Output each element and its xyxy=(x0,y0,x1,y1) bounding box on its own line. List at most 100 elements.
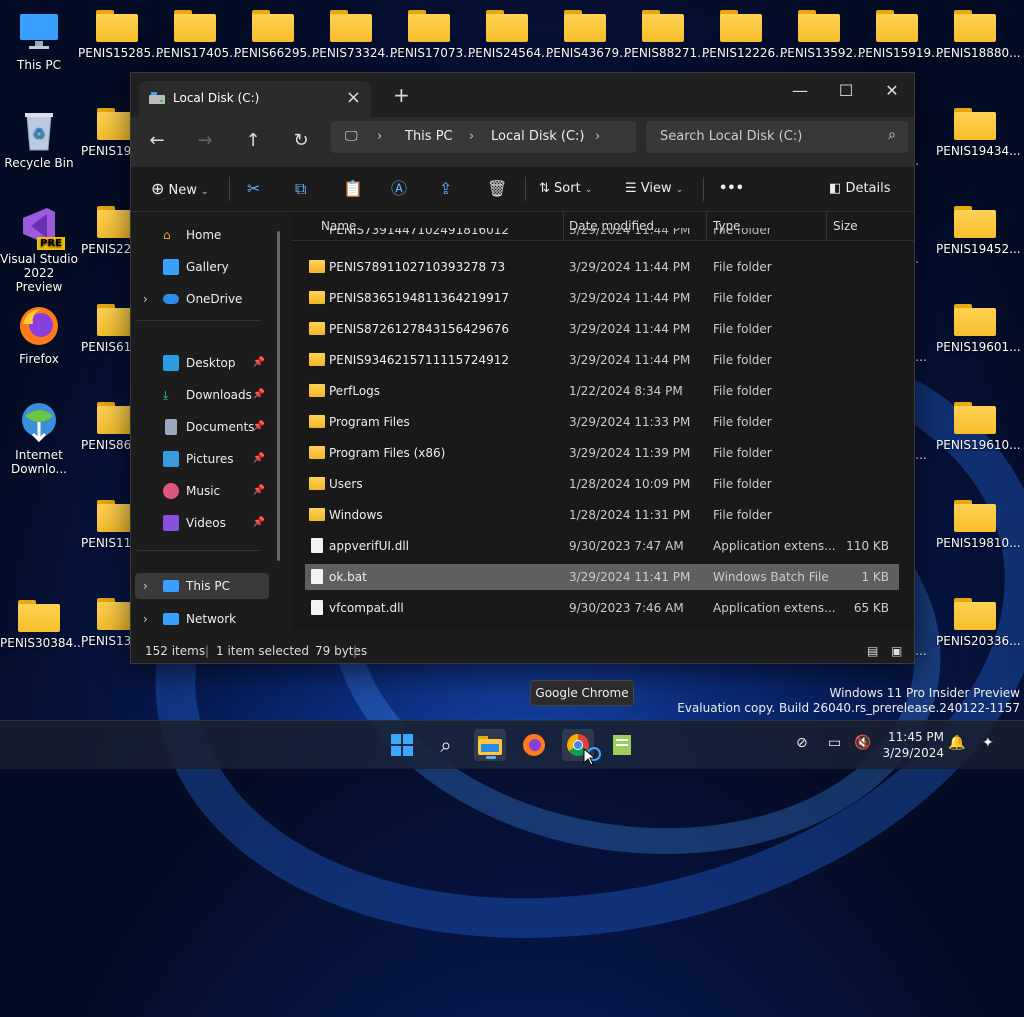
folder-icon xyxy=(252,10,294,42)
desktop-icon-recycle-bin[interactable]: ♻ Recycle Bin xyxy=(0,108,78,170)
details-view-icon[interactable]: ▤ xyxy=(867,639,878,663)
search-input[interactable]: Search Local Disk (C:) ⌕ xyxy=(646,121,908,153)
wifi-off-icon[interactable]: ⊘ xyxy=(796,735,808,751)
refresh-icon[interactable]: ↻ xyxy=(287,127,315,155)
table-row[interactable]: PerfLogs 1/22/2024 8:34 PM File folder xyxy=(305,378,899,404)
view-button[interactable]: ☰ View ⌄ xyxy=(625,177,683,201)
details-button[interactable]: ◧ Details xyxy=(829,177,891,201)
display-icon[interactable]: ▭ xyxy=(828,735,841,751)
rename-icon[interactable]: Ⓐ xyxy=(391,177,407,201)
sidebar-item-music[interactable]: Music 📌 xyxy=(131,478,271,504)
table-row[interactable]: Program Files (x86) 3/29/2024 11:39 PM Fil… xyxy=(305,440,899,466)
delete-icon[interactable]: 🗑 xyxy=(487,177,507,201)
desktop-icon-label: Recycle Bin xyxy=(4,156,74,170)
table-row[interactable]: PENIS8365194811364219917 3/29/2024 11:44 … xyxy=(305,285,899,311)
desktop-folder[interactable]: PENIS30384... xyxy=(0,600,85,650)
desktop-folder[interactable]: PENIS15285... xyxy=(78,10,163,60)
desktop-folder[interactable]: PENIS20336... xyxy=(936,598,1021,648)
desktop-folder[interactable]: PENIS19452... xyxy=(936,206,1021,256)
clock[interactable]: 11:45 PM 3/29/2024 xyxy=(880,729,944,761)
chevron-right-icon[interactable]: › xyxy=(143,286,148,312)
desktop-folder[interactable]: PENIS19610... xyxy=(936,402,1021,452)
desktop-folder[interactable]: PENIS13592... xyxy=(780,10,865,60)
start-button[interactable] xyxy=(386,729,418,761)
table-row[interactable]: PENIS9346215711115724912 3/29/2024 11:44 … xyxy=(305,347,899,373)
chevron-right-icon[interactable]: › xyxy=(143,573,148,599)
sidebar-item-gallery[interactable]: Gallery xyxy=(131,254,271,280)
cut-icon[interactable]: ✂ xyxy=(247,177,260,201)
notification-bell-icon[interactable]: 🔔 xyxy=(948,735,965,751)
sidebar-item-pictures[interactable]: Pictures 📌 xyxy=(131,446,271,472)
desktop-icon-firefox[interactable]: Firefox xyxy=(0,304,78,366)
sidebar-item-documents[interactable]: Documents 📌 xyxy=(131,414,271,440)
desktop-folder[interactable]: PENIS73324... xyxy=(312,10,397,60)
pre-badge: PRE xyxy=(37,237,65,250)
forward-arrow-icon[interactable]: → xyxy=(191,127,219,155)
desktop-folder[interactable]: PENIS43679... xyxy=(546,10,631,60)
close-window-button[interactable]: ✕ xyxy=(869,77,915,105)
copy-icon[interactable]: ⧉ xyxy=(295,177,306,201)
desktop-folder[interactable]: PENIS24564... xyxy=(468,10,553,60)
table-row[interactable]: appverifUI.dll 9/30/2023 7:47 AM Applicati… xyxy=(305,533,899,559)
search-icon[interactable]: ⌕ xyxy=(430,729,462,761)
sidebar-item-downloads[interactable]: ⤓ Downloads 📌 xyxy=(131,382,271,408)
folder-icon xyxy=(309,353,325,366)
sidebar-item-this-pc[interactable]: › This PC xyxy=(135,573,269,599)
desktop-folder[interactable]: PENIS88271... xyxy=(624,10,709,60)
sidebar-scrollbar[interactable] xyxy=(277,231,280,561)
new-button[interactable]: ⊕ New ⌄ xyxy=(151,177,209,201)
desktop-folder[interactable]: PENIS15919... xyxy=(858,10,943,60)
file-explorer-taskbar-button[interactable] xyxy=(474,729,506,761)
back-arrow-icon[interactable]: ← xyxy=(143,127,171,155)
table-row[interactable]: Windows 1/28/2024 11:31 PM File folder xyxy=(305,502,899,528)
desktop-folder[interactable]: PENIS19434... xyxy=(936,108,1021,158)
table-row[interactable]: PENIS8726127843156429676 3/29/2024 11:44 … xyxy=(305,316,899,342)
sidebar-item-onedrive[interactable]: › OneDrive xyxy=(131,286,271,312)
notepad-taskbar-button[interactable] xyxy=(606,729,638,761)
status-bar: 152 items | 1 item selected 79 bytes | ▤… xyxy=(131,639,914,663)
table-row[interactable]: vfcompat.dll 9/30/2023 7:46 AM Application… xyxy=(305,595,899,621)
up-arrow-icon[interactable]: ↑ xyxy=(239,127,267,155)
maximize-button[interactable]: ☐ xyxy=(823,77,869,105)
copilot-icon[interactable]: ✦ xyxy=(982,735,994,751)
table-row-selected[interactable]: ok.bat 3/29/2024 11:41 PM Windows Batch Fi… xyxy=(305,564,899,590)
desktop-folder[interactable]: PENIS18880... xyxy=(936,10,1021,60)
chevron-right-icon[interactable]: › xyxy=(143,606,148,632)
breadcrumb-this-pc[interactable]: This PC xyxy=(405,129,453,144)
desktop-folder[interactable]: PENIS17405... xyxy=(156,10,241,60)
sidebar-item-home[interactable]: ⌂ Home xyxy=(131,222,271,248)
firefox-icon xyxy=(523,734,545,756)
paste-icon[interactable]: 📋 xyxy=(343,177,363,201)
sidebar-item-network[interactable]: › Network xyxy=(131,606,271,632)
sidebar-item-desktop[interactable]: Desktop 📌 xyxy=(131,350,271,376)
sidebar-item-videos[interactable]: Videos 📌 xyxy=(131,510,271,536)
desktop-folder[interactable]: PENIS12226... xyxy=(702,10,787,60)
desktop-icon-visual-studio[interactable]: PRE Visual Studio 2022 Preview xyxy=(0,204,78,294)
share-icon[interactable]: ⇪ xyxy=(439,177,452,201)
folder-icon xyxy=(309,508,325,521)
new-tab-button[interactable]: + xyxy=(393,83,410,107)
firefox-taskbar-button[interactable] xyxy=(518,729,550,761)
selected-count: 1 item selected xyxy=(216,644,310,658)
minimize-button[interactable]: — xyxy=(777,77,823,105)
close-tab-button[interactable]: × xyxy=(346,87,361,108)
table-row[interactable]: PENIS7891102710393278 73 3/29/2024 11:44 … xyxy=(305,254,899,280)
desktop-icon-this-pc[interactable]: This PC xyxy=(0,10,78,72)
sort-button[interactable]: ⇅ Sort ⌄ xyxy=(539,177,592,201)
desktop-folder[interactable]: PENIS66295... xyxy=(234,10,319,60)
tiles-view-icon[interactable]: ▣ xyxy=(891,639,902,663)
table-row[interactable]: PENIS7391447102491816012 3/29/2024 11:44… xyxy=(305,228,899,240)
table-row[interactable]: Users 1/28/2024 10:09 PM File folder xyxy=(305,471,899,497)
address-bar[interactable]: 🖵 › This PC › Local Disk (C:) › xyxy=(331,121,636,153)
table-row[interactable]: Program Files 3/29/2024 11:33 PM File fold… xyxy=(305,409,899,435)
desktop-folder[interactable]: PENIS19810... xyxy=(936,500,1021,550)
volume-muted-icon[interactable]: 🔇 xyxy=(854,735,871,751)
desktop-icon-internet-download-manager[interactable]: Internet Downlo... xyxy=(0,400,78,476)
breadcrumb-local-disk[interactable]: Local Disk (C:) xyxy=(491,129,584,144)
chevron-right-icon[interactable]: › xyxy=(595,129,600,144)
tab-local-disk[interactable]: Local Disk (C:) × xyxy=(139,81,371,117)
desktop-folder[interactable]: PENIS19601... xyxy=(936,304,1021,354)
more-options-button[interactable]: ••• xyxy=(719,177,744,201)
file-type: Application extens... xyxy=(713,601,836,615)
desktop-folder[interactable]: PENIS17073... xyxy=(390,10,475,60)
